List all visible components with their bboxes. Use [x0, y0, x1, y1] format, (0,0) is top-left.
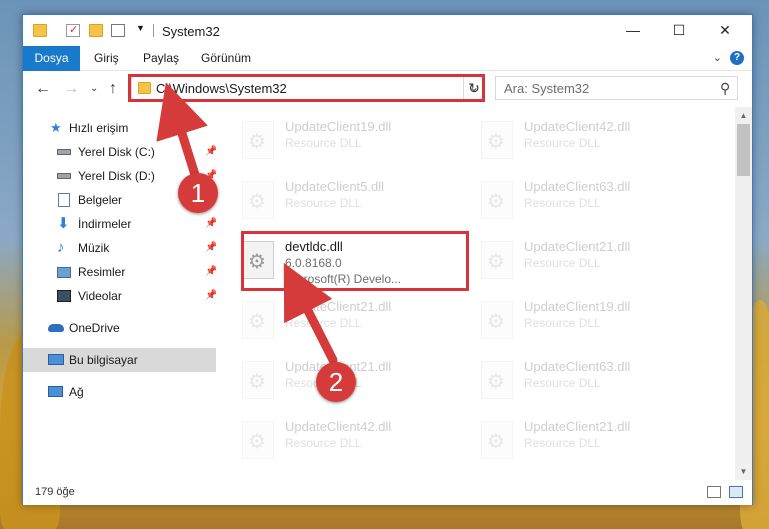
callout-2: 2 [316, 362, 356, 402]
arrow-1 [156, 82, 208, 183]
callout-1: 1 [178, 173, 218, 213]
annotation-arrows [156, 82, 338, 365]
arrow-2 [283, 262, 338, 365]
